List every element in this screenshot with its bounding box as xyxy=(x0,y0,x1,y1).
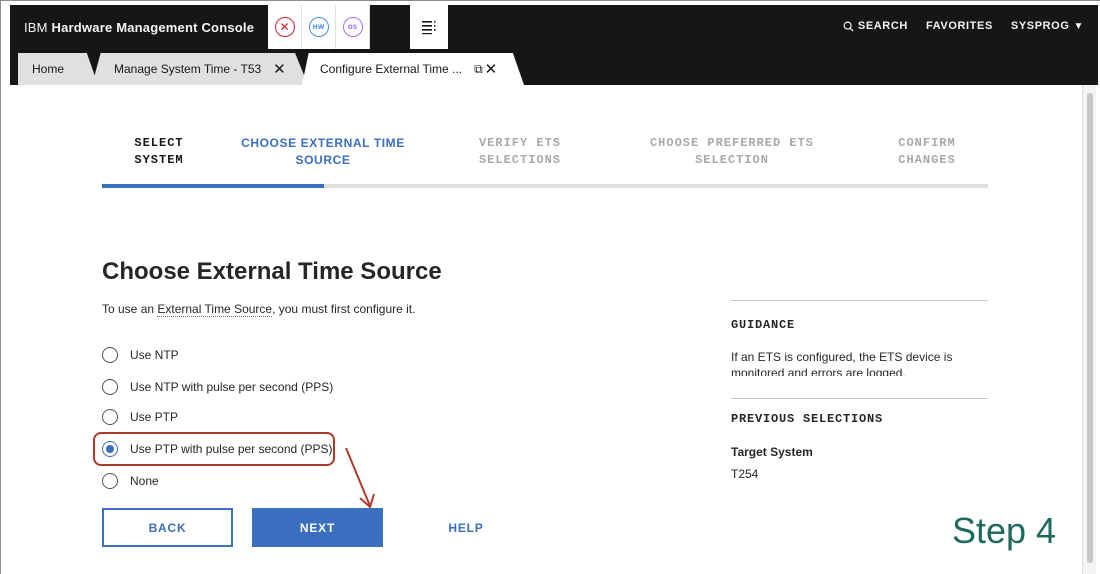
page-title: Choose External Time Source xyxy=(102,258,442,285)
target-system-label: Target System xyxy=(731,445,813,459)
status-error-button[interactable]: ✕ xyxy=(268,5,302,49)
radio-use-ptp[interactable]: Use PTP xyxy=(102,407,178,427)
step-label-line1: CHOOSE EXTERNAL TIME xyxy=(241,136,405,150)
next-button[interactable]: NEXT xyxy=(252,508,383,547)
task-list-icon xyxy=(422,21,436,35)
app-header: IBM Hardware Management Console ✕ HW OS … xyxy=(10,5,1098,49)
vertical-scrollbar[interactable] xyxy=(1082,85,1096,574)
intro-before: To use an xyxy=(102,302,158,316)
scrollbar-thumb[interactable] xyxy=(1087,93,1093,563)
target-system-value: T254 xyxy=(731,467,759,481)
step-verify-ets-selections[interactable]: VERIFY ETS SELECTIONS xyxy=(470,135,570,169)
close-icon[interactable]: ✕ xyxy=(485,60,498,78)
hardware-icon: HW xyxy=(308,17,329,37)
close-icon[interactable]: ✕ xyxy=(273,60,286,78)
sidebar-divider xyxy=(731,398,988,399)
guidance-text: If an ETS is configured, the ETS device … xyxy=(731,350,953,376)
step-label-line1: VERIFY ETS xyxy=(478,136,561,150)
ets-term-tooltip[interactable]: External Time Source xyxy=(157,302,273,317)
tab-home-label: Home xyxy=(32,62,65,76)
step-label-line2: SYSTEM xyxy=(134,153,184,167)
step-label-line1: CHOOSE PREFERRED ETS xyxy=(649,136,815,150)
radio-use-ntp-pps[interactable]: Use NTP with pulse per second (PPS) xyxy=(102,377,333,397)
radio-button[interactable] xyxy=(102,473,118,489)
brand-name: Hardware Management Console xyxy=(51,20,255,35)
task-menu-button[interactable] xyxy=(410,5,448,49)
radio-use-ntp[interactable]: Use NTP xyxy=(102,345,179,365)
tab-bar: Home Manage System Time - T53 ✕ Configur… xyxy=(10,49,1098,85)
os-icon: OS xyxy=(342,17,363,37)
tab-manage-system-time[interactable]: Manage System Time - T53 ✕ xyxy=(92,53,308,85)
annotation-highlight-box xyxy=(93,432,335,466)
wizard-progress-steps: SELECT SYSTEM CHOOSE EXTERNAL TIME SOURC… xyxy=(102,135,988,187)
search-icon xyxy=(843,21,854,32)
favorites-link[interactable]: FAVORITES xyxy=(926,20,993,32)
app-brand: IBM Hardware Management Console xyxy=(24,20,254,35)
step-label-line2: SELECTIONS xyxy=(478,153,561,167)
status-os-button[interactable]: OS xyxy=(336,5,370,49)
step-annotation-label: Step 4 xyxy=(952,510,1057,551)
radio-button[interactable] xyxy=(102,409,118,425)
search-label: SEARCH xyxy=(857,20,908,32)
radio-none[interactable]: None xyxy=(102,471,159,491)
user-name: SYSPROG xyxy=(1010,20,1070,32)
step-label-line2: SOURCE xyxy=(295,153,351,167)
progress-fill xyxy=(102,184,324,188)
error-x-icon: ✕ xyxy=(274,17,295,37)
radio-button[interactable] xyxy=(102,347,118,363)
header-links: SEARCH FAVORITES SYSPROG ▼ xyxy=(843,20,1084,32)
step-label-line1: CONFIRM xyxy=(898,136,956,150)
help-link[interactable]: HELP xyxy=(436,508,496,547)
radio-label: None xyxy=(130,474,159,488)
tab-configure-external-time-label: Configure External Time ... xyxy=(320,62,463,76)
popout-icon[interactable]: ⧉ xyxy=(474,62,483,77)
radio-label: Use NTP xyxy=(130,348,179,362)
intro-after: , you must first configure it. xyxy=(272,302,416,316)
search-link[interactable]: SEARCH xyxy=(843,20,908,32)
guidance-heading: GUIDANCE xyxy=(731,318,796,332)
radio-label: Use NTP with pulse per second (PPS) xyxy=(130,380,334,394)
tab-home[interactable]: Home xyxy=(18,53,98,85)
step-choose-external-time-source[interactable]: CHOOSE EXTERNAL TIME SOURCE xyxy=(230,135,416,169)
tab-manage-system-time-label: Manage System Time - T53 xyxy=(114,62,262,76)
step-confirm-changes[interactable]: CONFIRM CHANGES xyxy=(882,135,972,169)
back-button[interactable]: BACK xyxy=(102,508,233,547)
step-select-system[interactable]: SELECT SYSTEM xyxy=(124,135,194,169)
frame-top-border xyxy=(0,0,1100,1)
step-choose-preferred-ets-selection[interactable]: CHOOSE PREFERRED ETS SELECTION xyxy=(642,135,822,169)
previous-selections-heading: PREVIOUS SELECTIONS xyxy=(731,412,884,426)
user-menu[interactable]: SYSPROG ▼ xyxy=(1011,20,1084,32)
frame-left-border xyxy=(0,0,1,574)
caret-down-icon: ▼ xyxy=(1073,20,1084,32)
sidebar-divider xyxy=(731,300,988,301)
step-label-line1: SELECT xyxy=(134,136,184,150)
tab-configure-external-time[interactable]: Configure External Time ... ⧉ ✕ xyxy=(302,53,524,85)
step-label-line2: CHANGES xyxy=(898,153,956,167)
intro-text: To use an External Time Source, you must… xyxy=(102,302,416,317)
step-label-line2: SELECTION xyxy=(695,153,769,167)
radio-button[interactable] xyxy=(102,379,118,395)
radio-label: Use PTP xyxy=(130,410,179,424)
status-hardware-button[interactable]: HW xyxy=(302,5,336,49)
brand-prefix: IBM xyxy=(24,20,48,35)
progress-track xyxy=(102,184,988,188)
